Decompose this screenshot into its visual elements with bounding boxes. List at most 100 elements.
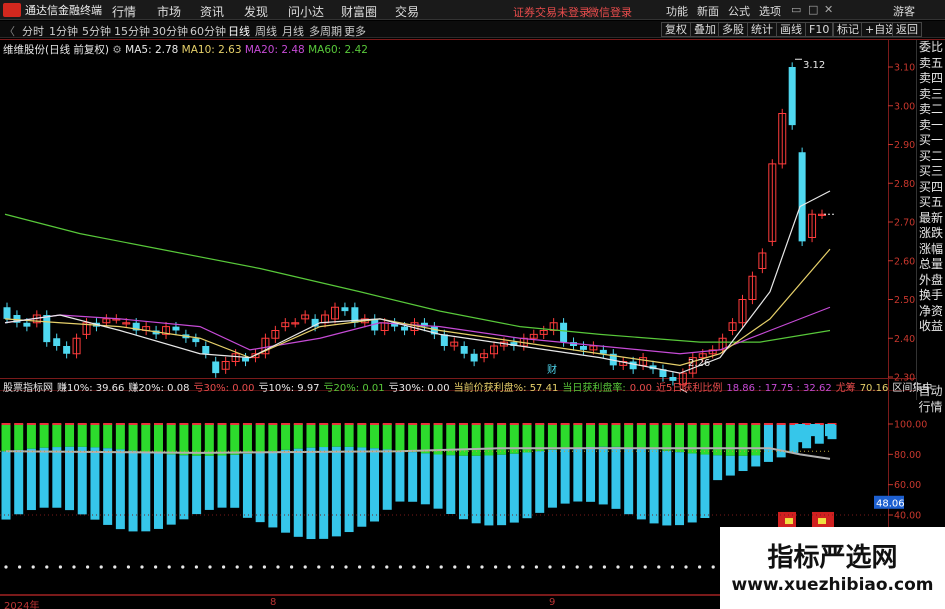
side-panel-item[interactable]: 卖五	[917, 56, 945, 72]
indicator-bar-chip	[14, 449, 24, 515]
indicator-bar-chip	[77, 446, 87, 515]
indicator-bar-chip	[751, 455, 761, 467]
signal-dot	[371, 565, 375, 569]
indicator-legend-item: 亏20%: 0.01	[323, 383, 385, 394]
side-panel-item[interactable]: 卖三	[917, 87, 945, 103]
side-panel-item[interactable]: 外盘	[917, 273, 945, 289]
indicator-bar-chip	[153, 453, 163, 529]
signal-dot	[58, 565, 63, 569]
indicator-bar-cap	[713, 423, 723, 425]
indicator-bar-cap	[357, 423, 367, 425]
settings-icon[interactable]: ⚙	[112, 44, 121, 56]
indicator-bar-cap	[331, 423, 341, 425]
indicator-bar-profit	[408, 424, 418, 453]
signal-dot	[140, 565, 144, 569]
indicator-bar-cap	[204, 423, 214, 425]
price-tick-label: 2.60	[894, 256, 915, 267]
indicator-bar-cap	[649, 423, 659, 425]
signal-dot	[303, 565, 307, 569]
indicator-bar-chip	[636, 448, 646, 520]
indicator-legend-item: 18.86 : 17.75 : 32.62	[726, 383, 832, 394]
auto-quote-item[interactable]: 自动	[916, 383, 945, 399]
signal-dot	[235, 565, 239, 569]
indicator-bar-cap	[662, 423, 672, 425]
indicator-bar-cap	[763, 423, 773, 425]
indicator-bar-chip	[408, 452, 418, 502]
indicator-bar-chip	[776, 424, 786, 458]
indicator-bar-profit	[598, 424, 608, 447]
indicator-bar-cap	[65, 423, 75, 425]
signal-dot	[711, 565, 715, 569]
indicator-bar-chip	[509, 453, 519, 523]
indicator-bar-cap	[268, 423, 278, 425]
indicator-bar-chip	[65, 446, 75, 511]
chart-canvas[interactable]: 3.103.002.902.802.702.602.502.402.303.12…	[0, 0, 945, 609]
signal-dot	[684, 565, 688, 569]
ma5-label: MA5: 2.78	[125, 44, 179, 56]
date-label-sep: 9	[549, 597, 556, 608]
candle-body-down	[629, 361, 637, 370]
indicator-bar-chip	[103, 448, 113, 525]
side-panel-item[interactable]: 买五	[917, 195, 945, 211]
indicator-bar-chip	[26, 448, 36, 511]
auto-quote-item[interactable]: 行情	[916, 399, 945, 415]
signal-dot	[222, 565, 226, 569]
side-panel-item[interactable]: 买三	[917, 164, 945, 180]
side-panel-item[interactable]: 买二	[917, 149, 945, 165]
stock-name[interactable]: 维维股份(日线 前复权)	[3, 44, 109, 56]
side-panel-item[interactable]: 换手	[917, 288, 945, 304]
candle-body-down	[212, 361, 220, 374]
indicator-bar-profit	[357, 424, 367, 448]
indicator-bar-cap	[408, 423, 418, 425]
indicator-bar-profit	[141, 424, 151, 453]
indicator-bar-cap	[26, 423, 36, 425]
indicator-bar-profit	[153, 424, 163, 454]
indicator-bar-profit	[420, 424, 430, 454]
side-panel-item[interactable]: 买四	[917, 180, 945, 196]
indicator-bar-profit	[382, 424, 392, 450]
indicator-bar-cap	[420, 423, 430, 425]
side-panel-item[interactable]: 涨幅	[917, 242, 945, 258]
indicator-bar-chip	[395, 450, 405, 502]
side-panel-item[interactable]: 净资	[917, 304, 945, 320]
indicator-bar-profit	[700, 424, 710, 455]
candle-body-down	[401, 326, 409, 331]
signal-dot	[494, 565, 498, 569]
signal-dot	[507, 565, 511, 569]
ma10-label: MA10: 2.63	[181, 44, 242, 56]
side-panel-item[interactable]: 卖四	[917, 71, 945, 87]
indicator-bar-cap	[433, 423, 443, 425]
app-window: { "app": {"title": "通达信金融终端"}, "menu": […	[0, 0, 945, 609]
indicator-bar-cap	[535, 423, 545, 425]
side-panel-item[interactable]: 最新	[917, 211, 945, 227]
watermark: 指标严选网 www.xuezhibiao.com	[720, 527, 945, 609]
side-panel-item[interactable]: 卖二	[917, 102, 945, 118]
indicator-bar-cap	[598, 423, 608, 425]
indicator-bar-chip	[598, 446, 608, 505]
side-panel-item[interactable]: 委比	[917, 40, 945, 56]
signal-dot	[18, 565, 22, 569]
indicator-legend-item: 股票指标网	[3, 383, 53, 394]
indicator-bar-profit	[636, 424, 646, 449]
candle-body-down	[63, 346, 71, 354]
side-panel-item[interactable]: 卖一	[917, 118, 945, 134]
indicator-bar-profit	[547, 424, 557, 450]
indicator-bar-profit	[166, 424, 176, 455]
indicator-bar-cap	[77, 423, 87, 425]
indicator-bar-chip	[573, 447, 583, 502]
indicator-bar-alert	[785, 518, 793, 525]
indicator-bar-cap	[509, 423, 519, 425]
side-panel-item[interactable]: 买一	[917, 133, 945, 149]
price-tick-label: 2.50	[894, 295, 915, 306]
side-panel-item[interactable]: 涨跌	[917, 226, 945, 242]
signal-dot	[602, 565, 607, 569]
signal-dot	[181, 565, 185, 569]
indicator-bar-chip	[306, 447, 316, 540]
side-panel-item[interactable]: 总量	[917, 257, 945, 273]
indicator-bar-profit	[738, 424, 748, 456]
indicator-legend-item: 尤筹	[835, 383, 856, 394]
indicator-bar-chip	[446, 455, 456, 514]
indicator-bar-cap	[446, 423, 456, 425]
indicator-bar-profit	[344, 424, 354, 447]
side-panel-item[interactable]: 收益	[917, 319, 945, 335]
